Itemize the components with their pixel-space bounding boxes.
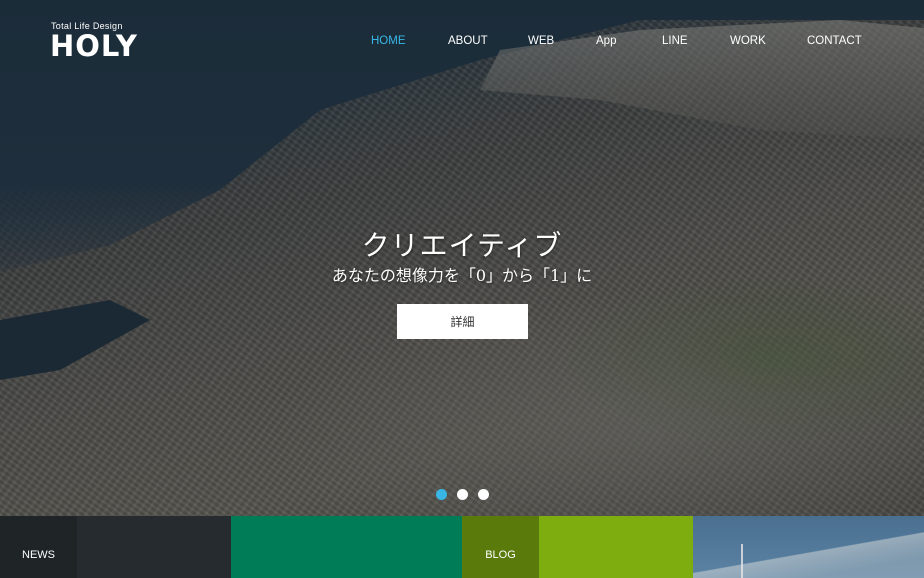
tile-blog-label: BLOG xyxy=(485,549,516,561)
nav-web[interactable]: WEB xyxy=(528,35,554,47)
slider-dot-3[interactable] xyxy=(478,489,489,500)
slider-dot-2[interactable] xyxy=(457,489,468,500)
nav-line[interactable]: LINE xyxy=(662,35,688,47)
tile-green[interactable] xyxy=(231,516,462,578)
tile-lime[interactable] xyxy=(539,516,693,578)
tile-dark[interactable] xyxy=(77,516,231,578)
nav-about[interactable]: ABOUT xyxy=(448,35,488,47)
hero-slider: Total Life Design HOLY HOME ABOUT WEB Ap… xyxy=(0,0,924,516)
slider-dots xyxy=(436,489,496,501)
tile-news-label: NEWS xyxy=(22,549,55,561)
nav-app[interactable]: App xyxy=(596,35,616,47)
nav-home[interactable]: HOME xyxy=(371,35,406,47)
slider-dot-1[interactable] xyxy=(436,489,447,500)
tile-sea-image[interactable] xyxy=(693,516,924,578)
main-nav: HOME ABOUT WEB App LINE WORK CONTACT xyxy=(0,35,924,51)
detail-button[interactable]: 詳細 xyxy=(397,304,528,339)
hero-subline: あなたの想像力を「0」から「1」に xyxy=(331,266,593,285)
nav-contact[interactable]: CONTACT xyxy=(807,35,862,47)
tile-news[interactable]: NEWS xyxy=(0,516,77,578)
tile-blog[interactable]: BLOG xyxy=(462,516,539,578)
bottom-tiles: NEWS BLOG xyxy=(0,516,924,578)
mast-image xyxy=(741,544,743,578)
hero-headline: クリエイティブ xyxy=(361,229,563,262)
nav-work[interactable]: WORK xyxy=(730,35,766,47)
